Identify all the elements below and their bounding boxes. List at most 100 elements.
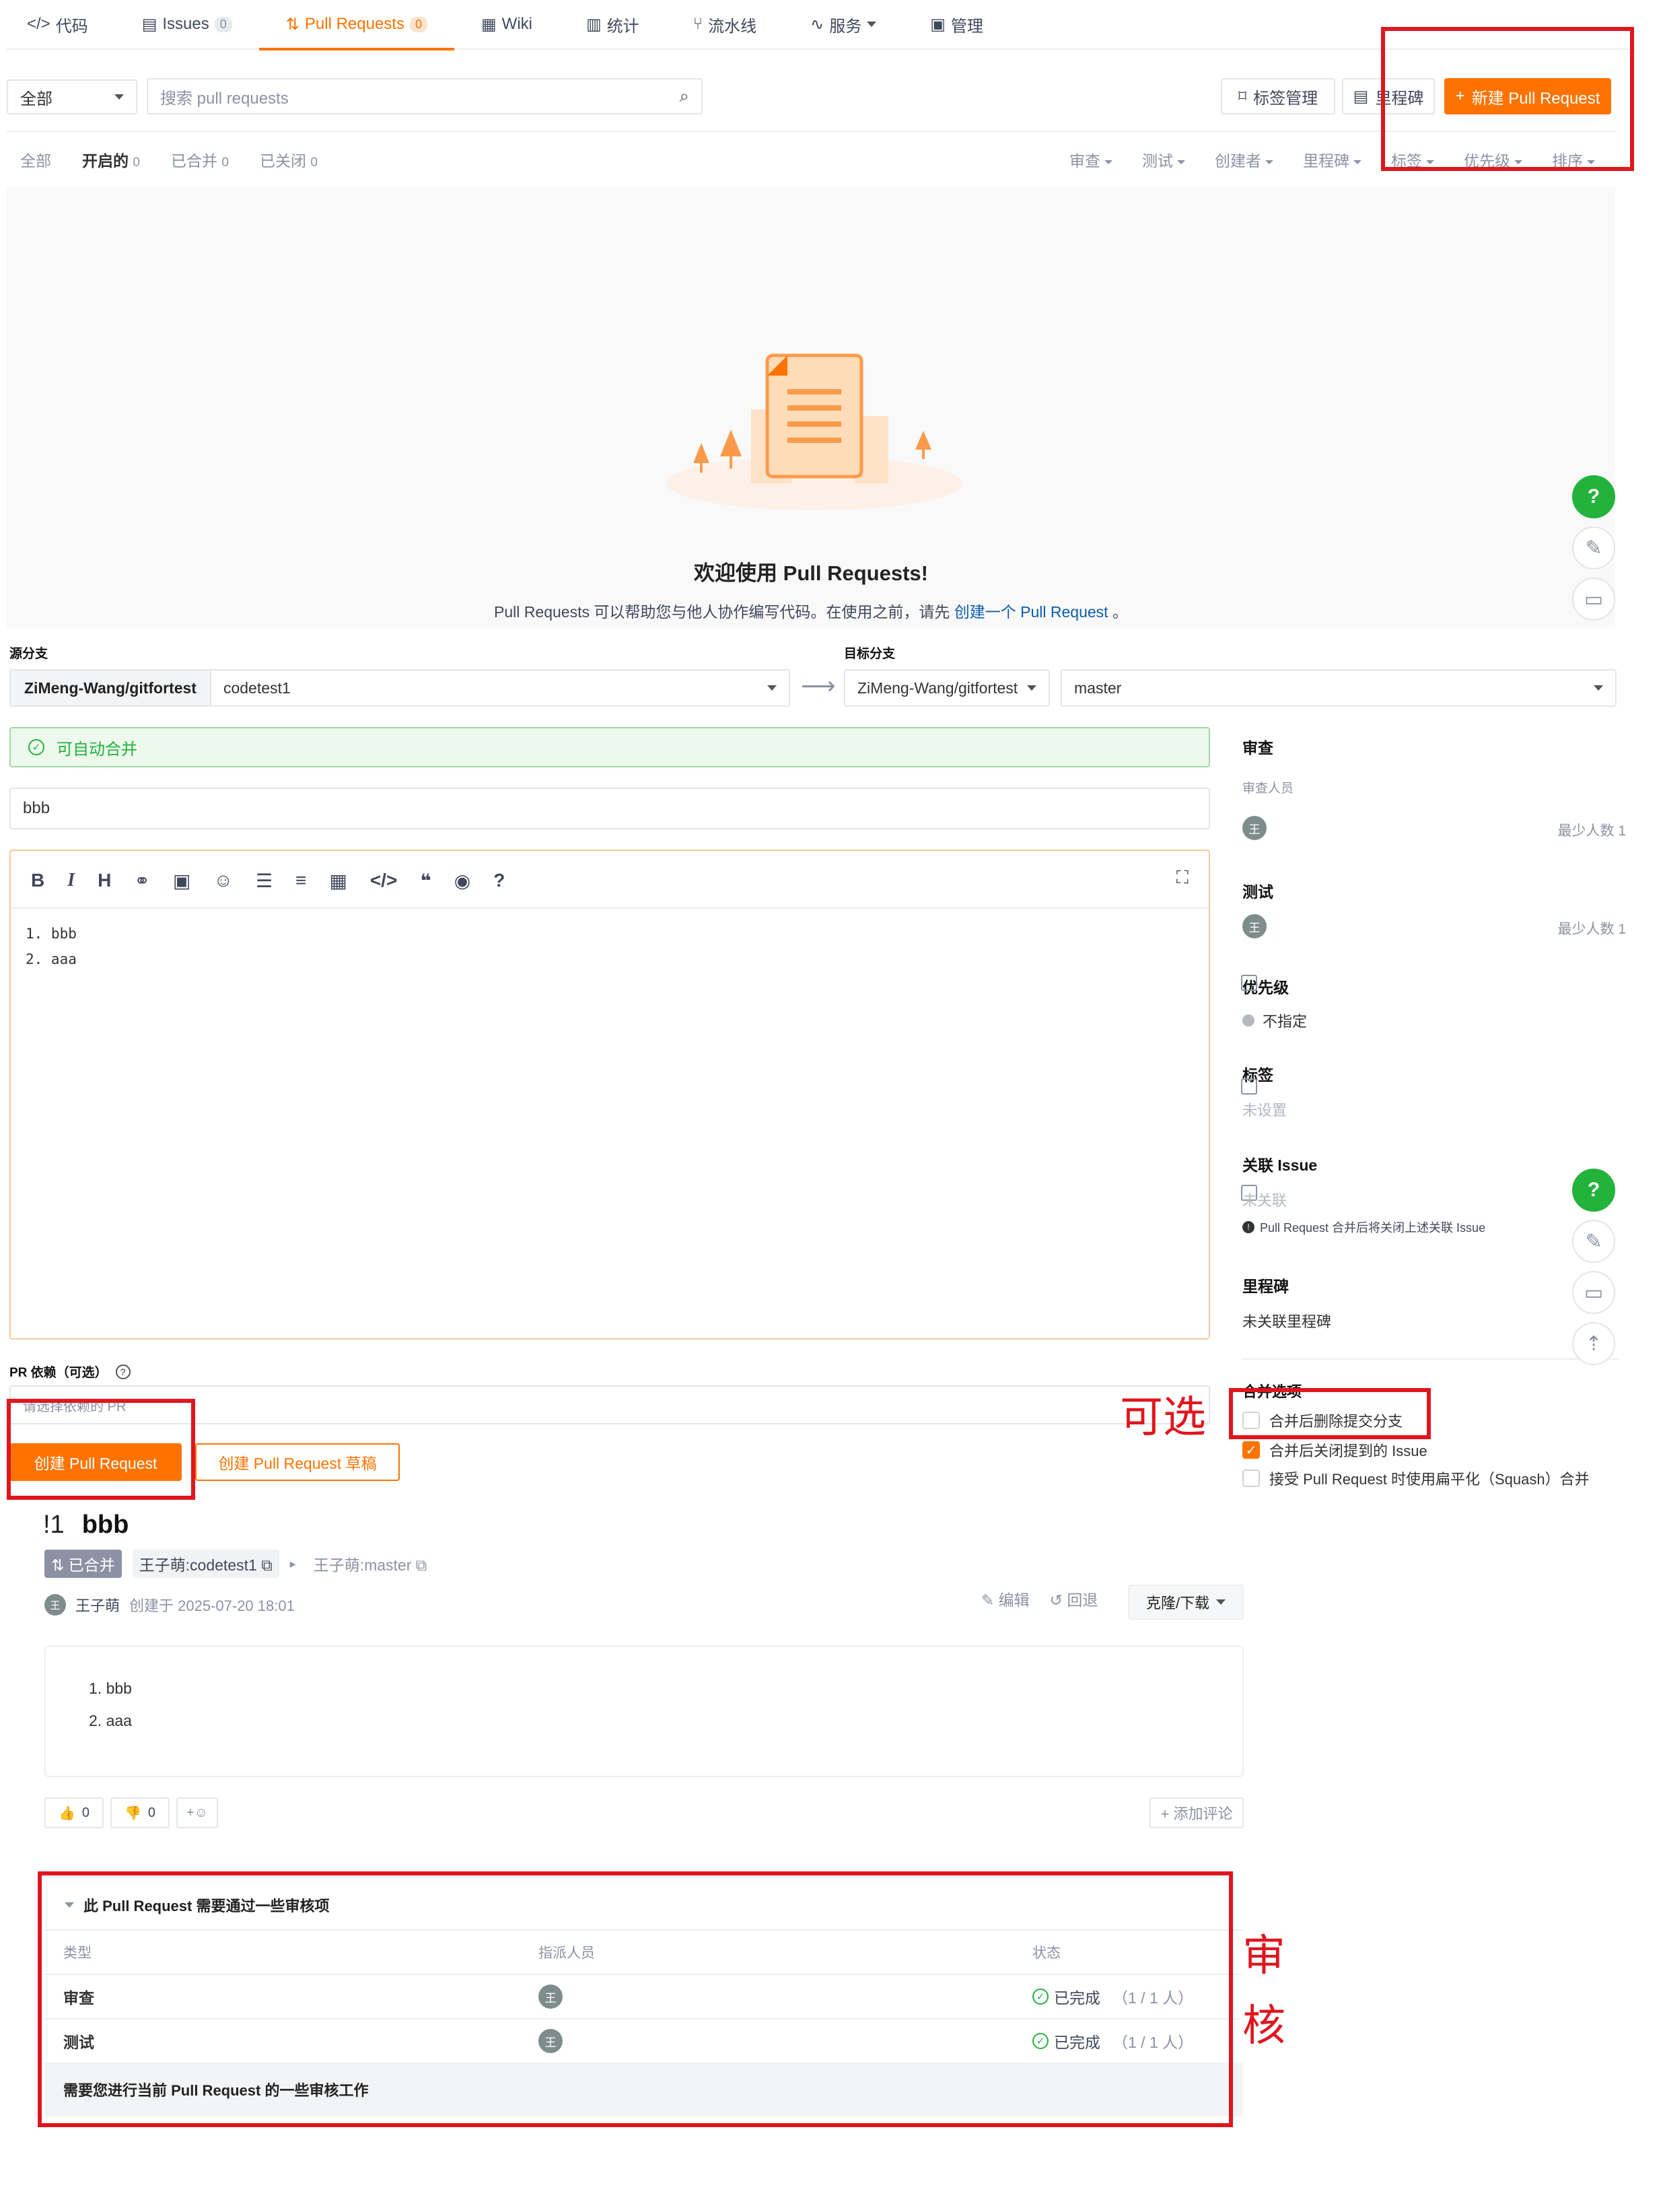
chat-icon[interactable]: ▭ — [1572, 578, 1615, 621]
revert-button[interactable]: ↺ 回退 — [1050, 1587, 1098, 1610]
milestone-icon: ▤ — [1353, 87, 1369, 106]
code-icon[interactable]: </> — [370, 870, 397, 891]
add-reaction-button[interactable]: +☺ — [176, 1797, 218, 1828]
filter-milestone-dropdown[interactable]: 里程碑 — [1303, 148, 1361, 171]
add-comment-button[interactable]: + 添加评论 — [1149, 1797, 1244, 1828]
source-branch-select[interactable]: codetest1 — [211, 679, 789, 697]
quote-icon[interactable]: ❝ — [420, 870, 431, 892]
tab-pull-requests[interactable]: ⇅ Pull Requests 0 — [258, 0, 455, 50]
table-icon[interactable]: ▦ — [329, 870, 347, 892]
bullet-list-icon[interactable]: ☰ — [256, 870, 273, 892]
filter-merged[interactable]: 已合并 0 — [171, 148, 229, 171]
heading-icon[interactable]: H — [98, 870, 111, 891]
empty-document-illustration — [666, 353, 962, 510]
edit-button[interactable]: ✎ 编辑 — [981, 1587, 1030, 1610]
check-circle-icon: ✓ — [28, 739, 44, 755]
tag-icon: ⌑ — [1238, 87, 1247, 106]
link-icon[interactable]: ⚭ — [134, 870, 149, 892]
code-icon: </> — [27, 15, 50, 33]
divider — [1242, 1358, 1619, 1360]
preview-icon[interactable]: ◉ — [454, 870, 470, 892]
annotation-box-create — [7, 1399, 195, 1500]
create-draft-button[interactable]: 创建 Pull Request 草稿 — [195, 1443, 400, 1481]
copy-icon[interactable]: ⧉ — [416, 1556, 427, 1574]
thumbs-down-icon: 👎 — [124, 1805, 141, 1821]
option-close-issue[interactable]: ✓ 合并后关闭提到的 Issue — [1242, 1439, 1427, 1461]
annotation-box-new-pr — [1381, 27, 1634, 171]
linked-issue-value: 未关联 — [1242, 1192, 1287, 1209]
annotation-box-delete-branch — [1229, 1388, 1431, 1439]
image-icon[interactable]: ▣ — [173, 870, 190, 892]
tab-pipeline[interactable]: ⑂ 流水线 — [693, 0, 756, 49]
scope-select[interactable]: 全部 — [7, 79, 137, 114]
stats-icon: ▥ — [586, 15, 602, 34]
checkbox-checked[interactable]: ✓ — [1242, 1441, 1260, 1459]
pr-actions: ✎ 编辑 ↺ 回退 — [981, 1587, 1098, 1610]
editor-textarea[interactable]: 1. bbb 2. aaa — [11, 907, 1209, 1338]
pipeline-icon: ⑂ — [693, 15, 703, 33]
checkbox[interactable] — [1242, 1470, 1260, 1487]
back-to-top-icon[interactable]: ⇡ — [1572, 1322, 1615, 1365]
target-repo-select[interactable]: ZiMeng-Wang/gitfortest — [844, 669, 1050, 707]
filter-all[interactable]: 全部 — [20, 148, 51, 171]
annotation-optional: 可选 — [1120, 1393, 1206, 1441]
edit-icon[interactable] — [1241, 975, 1257, 991]
option-squash[interactable]: 接受 Pull Request 时使用扁平化（Squash）合并 — [1242, 1467, 1619, 1489]
create-pr-link[interactable]: 创建一个 Pull Request — [954, 603, 1108, 621]
pr-heading: !1 bbb — [43, 1511, 129, 1540]
review-title: 审查 — [1242, 739, 1273, 757]
thumbs-up-button[interactable]: 👍 0 — [44, 1797, 104, 1828]
info-icon: ! — [1242, 1221, 1254, 1233]
filter-open[interactable]: 开启的 0 — [82, 148, 140, 171]
list-item: 1. bbb — [89, 1680, 132, 1697]
source-branch-chip[interactable]: 王子萌:codetest1 ⧉ — [132, 1550, 279, 1578]
clone-download-button[interactable]: 克隆/下载 — [1128, 1585, 1244, 1620]
tab-wiki[interactable]: ▦ Wiki — [481, 0, 532, 49]
bold-icon[interactable]: B — [31, 870, 44, 891]
source-repo[interactable]: ZiMeng-Wang/gitfortest — [11, 670, 211, 705]
avatar[interactable]: 王 — [1242, 816, 1267, 840]
tab-issues[interactable]: ▤ Issues 0 — [142, 0, 232, 49]
source-branch-picker: ZiMeng-Wang/gitfortest codetest1 — [9, 669, 790, 707]
help-icon[interactable]: ? — [493, 870, 505, 891]
filter-author-dropdown[interactable]: 创建者 — [1215, 148, 1273, 171]
filter-review-dropdown[interactable]: 审查 — [1069, 148, 1112, 171]
test-title: 测试 — [1242, 883, 1273, 901]
thumbs-down-button[interactable]: 👎 0 — [110, 1797, 170, 1828]
pr-count: 0 — [409, 16, 427, 32]
feedback-icon[interactable]: ✎ — [1572, 1220, 1615, 1263]
target-branch-select[interactable]: master — [1061, 669, 1617, 707]
tab-code[interactable]: </> 代码 — [27, 0, 88, 49]
editor-toolbar: B I H ⚭ ▣ ☺ ☰ ≡ ▦ </> ❝ ◉ ? — [31, 860, 505, 901]
status-badge: ⇅ 已合并 — [44, 1550, 122, 1578]
reactions: 👍 0 👎 0 +☺ — [44, 1797, 218, 1828]
author-name[interactable]: 王子萌 — [75, 1594, 120, 1616]
emoji-icon[interactable]: ☺ — [213, 870, 233, 891]
edit-icon[interactable] — [1241, 1078, 1257, 1095]
filter-test-dropdown[interactable]: 测试 — [1142, 148, 1185, 171]
avatar[interactable]: 王 — [44, 1594, 66, 1616]
chat-icon[interactable]: ▭ — [1572, 1271, 1615, 1314]
tab-service[interactable]: ∿ 服务 — [810, 0, 877, 49]
milestone-value: 未关联里程碑 — [1242, 1313, 1332, 1330]
search-input[interactable]: 搜索 pull requests ⌕ — [147, 78, 703, 114]
fullscreen-icon[interactable]: ⛶ — [1176, 867, 1189, 889]
question-circle-icon[interactable]: ? — [115, 1364, 131, 1379]
priority-value: 不指定 — [1242, 1010, 1307, 1031]
tab-manage[interactable]: ▣ 管理 — [930, 0, 983, 49]
avatar[interactable]: 王 — [1242, 914, 1267, 938]
pr-dependency-label: PR 依赖（可选）? — [9, 1362, 131, 1381]
help-icon[interactable]: ? — [1572, 1169, 1615, 1212]
filter-closed[interactable]: 已关闭 0 — [260, 148, 318, 171]
labels-button[interactable]: ⌑ 标签管理 — [1221, 78, 1335, 114]
help-icon[interactable]: ? — [1572, 475, 1615, 518]
arrow-right-icon: ▸ — [289, 1556, 296, 1570]
tab-stats[interactable]: ▥ 统计 — [586, 0, 639, 49]
feedback-icon[interactable]: ✎ — [1572, 526, 1615, 569]
pr-title-input[interactable]: bbb — [9, 788, 1210, 829]
ordered-list-icon[interactable]: ≡ — [295, 870, 306, 891]
copy-icon[interactable]: ⧉ — [261, 1556, 272, 1574]
search-icon[interactable]: ⌕ — [679, 85, 689, 107]
italic-icon[interactable]: I — [67, 870, 75, 891]
target-branch-chip[interactable]: 王子萌:master ⧉ — [307, 1550, 434, 1578]
